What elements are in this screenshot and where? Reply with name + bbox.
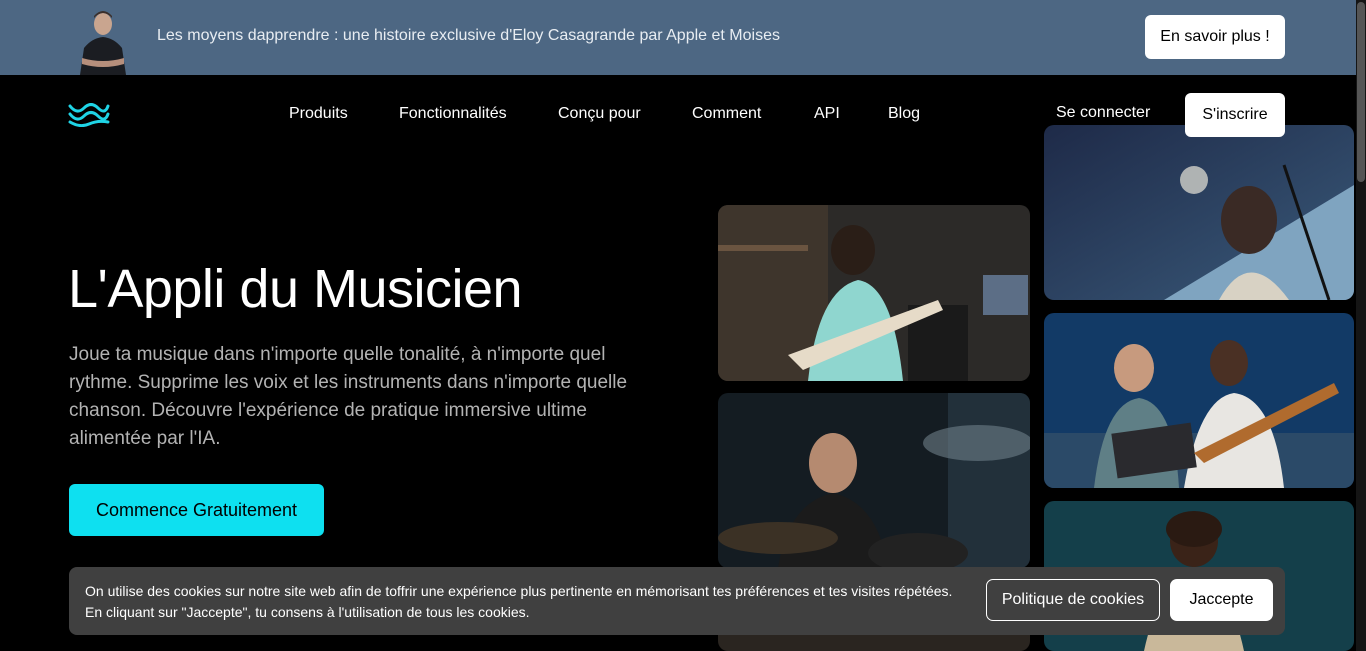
cookie-policy-button[interactable]: Politique de cookies [986, 579, 1160, 621]
nav-comment[interactable]: Comment [692, 105, 761, 123]
cookie-text: On utilise des cookies sur notre site we… [85, 581, 952, 623]
start-free-button[interactable]: Commence Gratuitement [69, 484, 324, 536]
nav-blog[interactable]: Blog [888, 105, 920, 123]
video-tile-drummer [718, 393, 1030, 568]
moises-logo-icon[interactable] [68, 103, 110, 128]
video-tile-bassist [718, 205, 1030, 381]
banner-text: Les moyens dapprendre : une histoire exc… [157, 27, 780, 44]
signup-button[interactable]: S'inscrire [1185, 93, 1285, 137]
scrollbar-thumb[interactable] [1357, 2, 1365, 182]
hero-title: L'Appli du Musicien [68, 259, 523, 319]
cookie-banner: On utilise des cookies sur notre site we… [69, 567, 1285, 635]
cookie-accept-button[interactable]: Jaccepte [1170, 579, 1273, 621]
nav-fonctionnalites[interactable]: Fonctionnalités [399, 105, 507, 123]
login-link[interactable]: Se connecter [1056, 104, 1150, 122]
cookie-text-line-1: On utilise des cookies sur notre site we… [85, 583, 953, 599]
nav-api[interactable]: API [814, 105, 840, 123]
page-scrollbar[interactable] [1356, 0, 1366, 651]
nav-concu-pour[interactable]: Conçu pour [558, 105, 641, 123]
promo-banner: Les moyens dapprendre : une histoire exc… [0, 0, 1366, 75]
banner-avatar [74, 4, 132, 75]
video-tile-singer [1044, 125, 1354, 300]
hero-description: Joue ta musique dans n'importe quelle to… [69, 344, 628, 449]
video-tile-duo [1044, 313, 1354, 488]
learn-more-button[interactable]: En savoir plus ! [1145, 15, 1285, 59]
nav-produits[interactable]: Produits [289, 105, 348, 123]
cookie-text-line-2: En cliquant sur "Jaccepte", tu consens à… [85, 604, 530, 620]
